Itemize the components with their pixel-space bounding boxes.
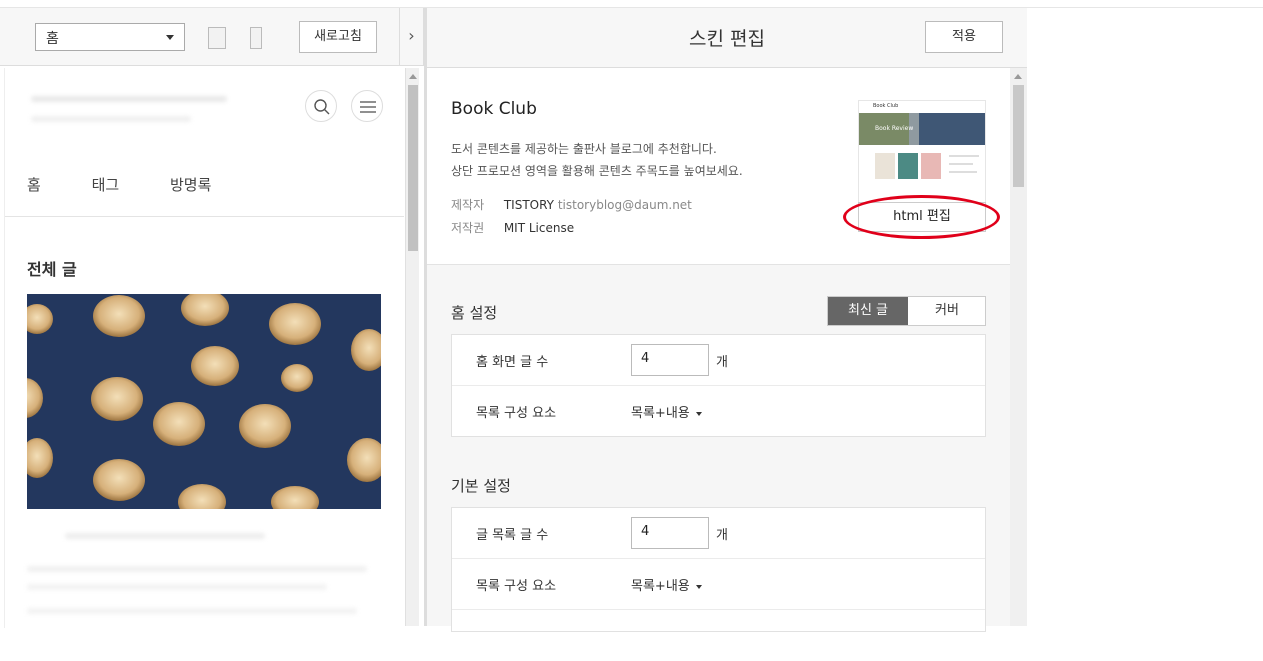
scroll-up-arrow-icon[interactable] (1014, 74, 1022, 79)
home-mode-toggle: 최신 글 커버 (827, 296, 986, 326)
scrollbar-thumb[interactable] (408, 85, 418, 251)
top-border (0, 0, 1263, 8)
thumbnail-banner-text: Book Review (875, 125, 914, 132)
author-email: tistoryblog@daum.net (557, 198, 692, 212)
setting-label: 홈 화면 글 수 (476, 355, 549, 370)
preview-nav: 홈 태그 방명록 (27, 174, 257, 195)
search-icon (314, 99, 330, 115)
skin-description-line: 상단 프로모션 영역을 활용해 콘텐츠 주목도를 높여보세요. (451, 164, 743, 178)
home-settings-panel: 홈 화면 글 수 4 개 목록 구성 요소 목록+내용 (451, 334, 986, 437)
basic-settings-panel: 글 목록 글 수 4 개 목록 구성 요소 목록+내용 (451, 507, 986, 632)
basic-settings-title: 기본 설정 (451, 477, 511, 495)
blurred-blog-subtitle (31, 116, 191, 122)
settings-row: 목록 구성 요소 목록+내용 (452, 559, 985, 610)
blog-preview: 홈 태그 방명록 전체 글 (4, 68, 404, 628)
chevron-down-icon (166, 35, 174, 40)
preview-toolbar: 홈 새로고침 (0, 8, 400, 66)
desktop-view-icon[interactable] (208, 27, 226, 49)
thumbnail-banner: Book Review (859, 113, 985, 145)
post-thumbnail-image[interactable] (27, 294, 381, 509)
preview-menu-button[interactable] (351, 90, 383, 122)
tab-latest-posts[interactable]: 최신 글 (828, 297, 908, 325)
collapse-panel-button[interactable]: › (400, 8, 424, 66)
walnut-image-art (27, 294, 381, 509)
license-value: MIT License (503, 221, 575, 235)
list-post-count-input[interactable]: 4 (631, 517, 709, 549)
highlight-annotation (843, 195, 1000, 239)
skin-description: 도서 콘텐츠를 제공하는 출판사 블로그에 추천합니다. 상단 프로모션 영역을… (451, 138, 743, 182)
scroll-up-arrow-icon[interactable] (409, 74, 417, 79)
page-select-value: 홈 (46, 31, 59, 47)
skin-description-line: 도서 콘텐츠를 제공하는 출판사 블로그에 추천합니다. (451, 142, 717, 156)
blurred-blog-title (31, 96, 227, 102)
dropdown-value: 목록+내용 (631, 406, 690, 421)
setting-label: 글 목록 글 수 (476, 528, 549, 543)
settings-row: 홈 화면 글 수 4 개 (452, 335, 985, 386)
blurred-post-excerpt (27, 584, 327, 590)
home-post-count-input[interactable]: 4 (631, 344, 709, 376)
scrollbar-thumb[interactable] (1013, 85, 1024, 187)
skin-license-row: 저작권 MIT License (451, 219, 574, 236)
caret-down-icon (695, 584, 702, 589)
author-label: 제작자 (451, 198, 485, 212)
preview-nav-home[interactable]: 홈 (27, 174, 41, 195)
refresh-button[interactable]: 새로고침 (299, 21, 377, 53)
tab-cover[interactable]: 커버 (908, 297, 986, 325)
blurred-post-title (65, 533, 265, 539)
blurred-post-meta (27, 608, 357, 614)
dropdown-value: 목록+내용 (631, 579, 690, 594)
setting-label: 목록 구성 요소 (476, 579, 557, 594)
setting-label: 목록 구성 요소 (476, 406, 557, 421)
hamburger-menu-icon (360, 101, 376, 113)
license-label: 저작권 (451, 221, 485, 235)
page-select[interactable]: 홈 (35, 23, 185, 51)
preview-scrollbar[interactable] (405, 68, 419, 626)
skin-name: Book Club (451, 99, 537, 119)
chevron-right-icon: › (408, 26, 415, 45)
settings-row: 글 목록 글 수 4 개 (452, 508, 985, 559)
home-settings-title: 홈 설정 (451, 304, 498, 322)
mobile-view-icon[interactable] (250, 27, 262, 49)
author-name: TISTORY (503, 198, 554, 212)
settings-row: 목록 구성 요소 목록+내용 (452, 386, 985, 437)
skin-info-card: Book Club 도서 콘텐츠를 제공하는 출판사 블로그에 추천합니다. 상… (427, 68, 1010, 265)
list-composition-dropdown[interactable]: 목록+내용 (631, 402, 702, 421)
thumbnail-blog-title: Book Club (873, 103, 899, 109)
preview-nav-tag[interactable]: 태그 (92, 174, 120, 195)
unit-label: 개 (716, 355, 728, 370)
editor-scrollbar[interactable] (1010, 68, 1027, 626)
preview-nav-guestbook[interactable]: 방명록 (170, 174, 211, 195)
blurred-post-excerpt (27, 566, 367, 572)
divider (5, 216, 404, 217)
apply-button[interactable]: 적용 (925, 21, 1003, 53)
skin-editor-pane: 스킨 편집 적용 Book Club 도서 콘텐츠를 제공하는 출판사 블로그에… (427, 8, 1027, 632)
caret-down-icon (695, 411, 702, 416)
preview-pane: 홈 새로고침 › 홈 태그 방명록 전체 글 (0, 8, 424, 628)
settings-row (452, 610, 985, 661)
editor-header: 스킨 편집 적용 (427, 8, 1027, 68)
skin-author-row: 제작자 TISTORY tistoryblog@daum.net (451, 196, 692, 213)
list-composition-dropdown[interactable]: 목록+내용 (631, 575, 702, 594)
section-title: 전체 글 (27, 260, 77, 279)
unit-label: 개 (716, 528, 728, 543)
preview-search-button[interactable] (305, 90, 337, 122)
